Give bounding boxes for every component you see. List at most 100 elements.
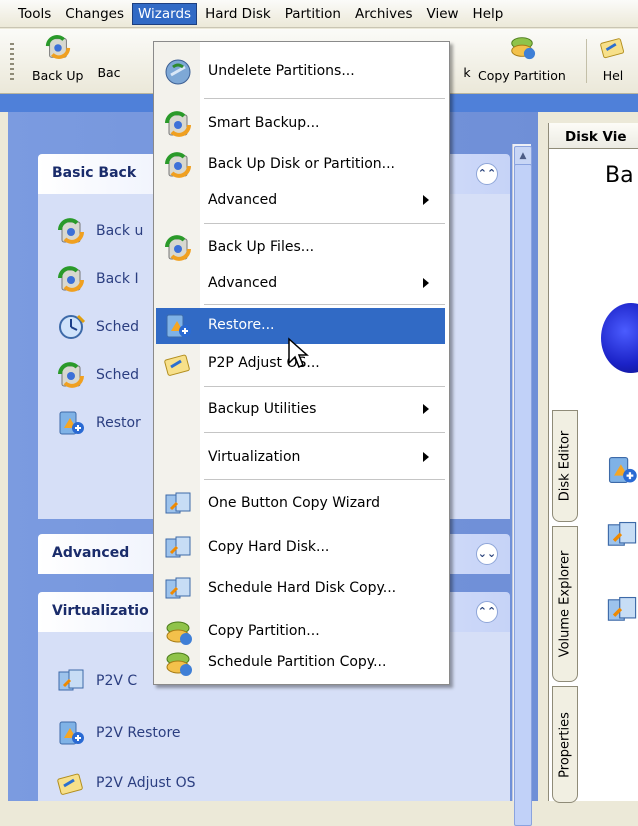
basic-backup-title: Basic Back <box>52 165 137 181</box>
p2p-adjust-icon <box>163 349 193 379</box>
menu-item-copy-hard-disk[interactable]: Copy Hard Disk... <box>156 530 445 566</box>
task-pane-scrollbar[interactable]: ▲ <box>512 144 532 826</box>
mouse-cursor-icon <box>288 337 309 369</box>
menu-changes[interactable]: Changes <box>59 3 130 25</box>
task-label: Sched <box>96 367 139 383</box>
menu-help[interactable]: Help <box>467 3 510 25</box>
task-label: Back u <box>96 223 144 239</box>
menu-item-advanced-1[interactable]: Advanced <box>156 183 445 219</box>
submenu-arrow-icon <box>423 404 429 414</box>
task-label: P2V Adjust OS <box>96 775 196 791</box>
menu-separator <box>204 479 445 480</box>
menu-item-label: Back Up Files... <box>208 239 315 255</box>
menu-item-label: Backup Utilities <box>208 401 317 417</box>
menu-view[interactable]: View <box>421 3 465 25</box>
chevron-down-icon[interactable]: ⌄⌄ <box>476 543 498 565</box>
menu-item-schedule-hard-disk-copy[interactable]: Schedule Hard Disk Copy... <box>156 571 445 607</box>
restore-icon <box>56 408 86 438</box>
task-restore[interactable]: Restor <box>56 408 141 438</box>
task-schedule-2[interactable]: Sched <box>56 360 139 390</box>
task-p2v-copy[interactable]: P2V C <box>56 666 137 696</box>
help-icon <box>598 33 628 61</box>
copy-partition-icon <box>163 617 193 647</box>
task-label: Back I <box>96 271 139 287</box>
help-button[interactable]: Hel <box>598 33 628 83</box>
copy-partition-icon <box>507 33 537 61</box>
task-label: P2V C <box>96 673 138 689</box>
schedule-disk-copy-icon <box>163 574 193 604</box>
menu-item-one-button-copy[interactable]: One Button Copy Wizard <box>156 486 445 522</box>
menu-separator <box>204 432 445 433</box>
tab-volume-explorer[interactable]: Volume Explorer <box>552 526 578 682</box>
submenu-arrow-icon <box>423 452 429 462</box>
menu-separator <box>204 386 445 387</box>
restore-icon <box>163 311 193 341</box>
task-schedule-1[interactable]: Sched <box>56 312 139 342</box>
menu-item-advanced-2[interactable]: Advanced <box>156 266 445 302</box>
backup-icon <box>56 216 86 246</box>
menu-item-schedule-partition-copy[interactable]: Schedule Partition Copy... <box>156 645 445 681</box>
task-p2v-adjust-os[interactable]: P2V Adjust OS <box>56 768 196 798</box>
scroll-up-icon[interactable]: ▲ <box>514 146 532 166</box>
backup-partial-label: Bac <box>97 65 121 80</box>
menu-hard-disk[interactable]: Hard Disk <box>199 3 277 25</box>
task-label: P2V Restore <box>96 725 181 741</box>
schedule-partition-copy-icon <box>163 648 193 678</box>
copy-partition-icon[interactable] <box>605 593 638 627</box>
menu-archives[interactable]: Archives <box>349 3 419 25</box>
disk-view-title: Ba <box>605 163 634 188</box>
chevron-up-icon[interactable]: ⌃⌃ <box>476 601 498 623</box>
menu-item-label: Back Up Disk or Partition... <box>208 156 396 172</box>
restore-icon <box>56 718 86 748</box>
menu-item-label: Copy Partition... <box>208 623 320 639</box>
task-p2v-restore[interactable]: P2V Restore <box>56 718 181 748</box>
smart-backup-icon <box>163 109 193 139</box>
tab-label: Volume Explorer <box>557 550 573 658</box>
menu-separator <box>204 223 445 224</box>
menu-item-label: Undelete Partitions... <box>208 63 355 79</box>
task-back-up-2[interactable]: Back I <box>56 264 139 294</box>
disk-view-tab[interactable]: Disk Vie <box>549 123 638 149</box>
menu-item-back-up-files[interactable]: Back Up Files... <box>156 230 445 266</box>
help-label: Hel <box>602 68 624 83</box>
copy-partition-button[interactable]: Copy Partition <box>478 33 566 83</box>
copy-icon <box>56 666 86 696</box>
submenu-arrow-icon <box>423 195 429 205</box>
task-label: Restor <box>96 415 141 431</box>
virtualization-title: Virtualizatio <box>52 603 149 619</box>
menu-wizards[interactable]: Wizards <box>132 2 198 25</box>
menu-partition[interactable]: Partition <box>279 3 347 25</box>
toolbar-grip[interactable] <box>10 43 14 81</box>
one-button-copy-icon <box>163 489 193 519</box>
menu-tools[interactable]: Tools <box>12 3 57 25</box>
chevron-up-icon[interactable]: ⌃⌃ <box>476 163 498 185</box>
backup-files-icon <box>56 264 86 294</box>
restore-icon[interactable] <box>605 453 638 487</box>
menu-bar: Tools Changes Wizards Hard Disk Partitio… <box>0 0 638 28</box>
menu-item-label: One Button Copy Wizard <box>208 495 381 511</box>
copy-hard-disk-icon <box>163 533 193 563</box>
menu-item-backup-utilities[interactable]: Backup Utilities <box>156 392 445 428</box>
disk-graphic <box>601 303 638 373</box>
scroll-thumb[interactable] <box>514 164 532 826</box>
menu-item-virtualization[interactable]: Virtualization <box>156 440 445 476</box>
menu-item-label: Advanced <box>208 192 278 208</box>
backup-disk-icon <box>163 150 193 180</box>
backup-icon <box>43 33 73 61</box>
tab-properties[interactable]: Properties <box>552 686 578 803</box>
back-up-button[interactable]: Back Up <box>32 33 83 83</box>
copy-icon[interactable] <box>605 518 638 552</box>
schedule-backup-icon <box>56 360 86 390</box>
tab-disk-editor[interactable]: Disk Editor <box>552 410 578 522</box>
menu-item-label: Copy Hard Disk... <box>208 539 330 555</box>
menu-item-label: Virtualization <box>208 449 301 465</box>
backup-partial-button[interactable]: Bac <box>94 33 124 80</box>
menu-item-undelete-partitions[interactable]: Undelete Partitions... <box>156 54 445 90</box>
menu-item-smart-backup[interactable]: Smart Backup... <box>156 106 445 142</box>
menu-item-label: Restore... <box>208 317 275 333</box>
task-label: Sched <box>96 319 139 335</box>
menu-item-label: Smart Backup... <box>208 115 320 131</box>
menu-separator <box>204 98 445 99</box>
task-back-up-1[interactable]: Back u <box>56 216 143 246</box>
menu-item-back-up-disk-or-partition[interactable]: Back Up Disk or Partition... <box>156 147 445 183</box>
